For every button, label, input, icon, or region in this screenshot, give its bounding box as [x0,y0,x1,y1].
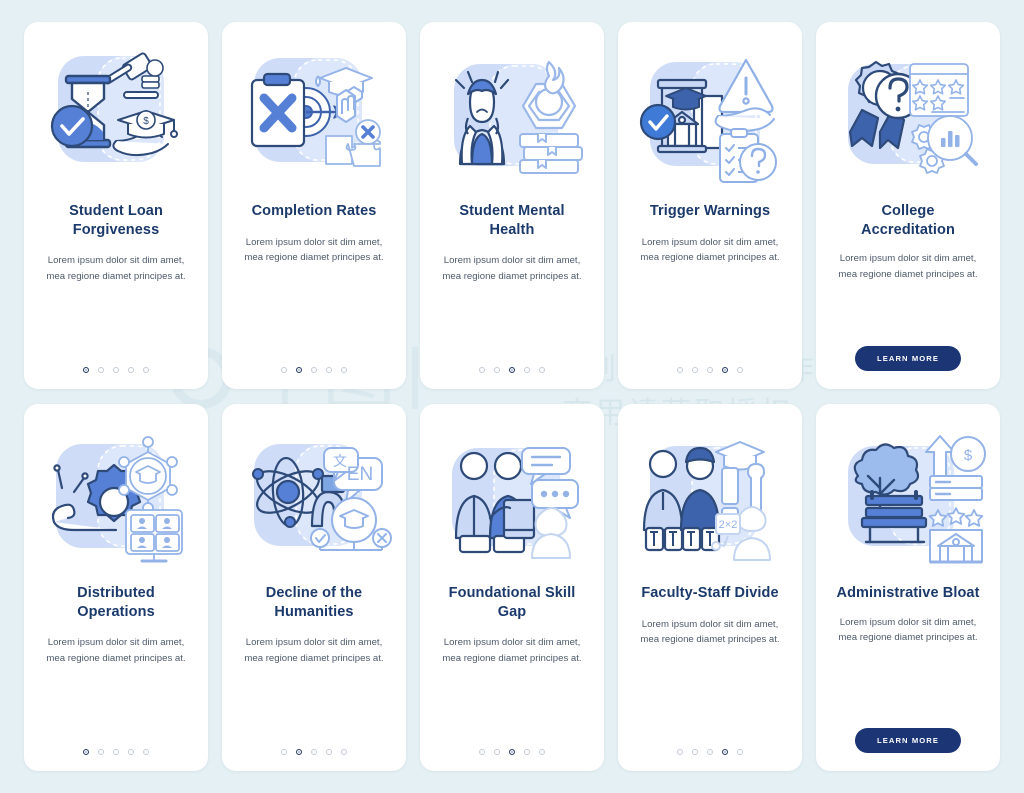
pagination-dot[interactable] [737,749,743,755]
pagination-dot[interactable] [509,749,515,755]
award-ribbon-question-rating-chart-icon [828,36,988,196]
campus-warning-checklist-question-icon [630,36,790,196]
pagination-dot[interactable] [737,367,743,373]
card-title: Foundational Skill Gap [448,585,576,620]
onboarding-card-college-accreditation[interactable]: College Accreditation Lorem ipsum dolor … [816,22,1000,389]
pagination-dot[interactable] [296,749,302,755]
onboarding-card-administrative-bloat[interactable]: $ Administrative Bloat Lorem ipsum dolor… [816,404,1000,771]
pagination-dot[interactable] [281,367,287,373]
pagination-dot[interactable] [539,367,545,373]
svg-text:2×2: 2×2 [719,519,738,531]
onboarding-card-distributed-operations[interactable]: Distributed Operations Lorem ipsum dolor… [24,404,208,771]
onboarding-card-student-loan-forgiveness[interactable]: $ Student Loan Forgiveness Lorem ipsum d… [24,22,208,389]
pagination-dots[interactable] [618,367,802,373]
svg-text:EN: EN [347,464,373,485]
card-body: Lorem ipsum dolor sit dim amet, mea regi… [46,637,186,664]
pagination-dot[interactable] [677,749,683,755]
pagination-dot[interactable] [509,367,515,373]
card-body: Lorem ipsum dolor sit dim amet, mea regi… [244,637,384,664]
snail-gear-network-video-grid-icon [36,418,196,578]
pagination-dot[interactable] [83,749,89,755]
hourglass-gavel-graduation-cap-icon: $ [36,36,196,196]
card-body: Lorem ipsum dolor sit dim amet, mea regi… [46,255,186,282]
pagination-dot[interactable] [143,367,149,373]
pagination-dot[interactable] [707,367,713,373]
pagination-dot[interactable] [494,367,500,373]
card-row-bottom: Distributed Operations Lorem ipsum dolor… [24,404,1000,771]
card-body: Lorem ipsum dolor sit dim amet, mea regi… [442,255,582,282]
pagination-dot[interactable] [311,367,317,373]
pagination-dot[interactable] [113,749,119,755]
pagination-dots[interactable] [420,749,604,755]
clipboard-cross-target-puzzle-icon [234,36,394,196]
pagination-dot[interactable] [524,367,530,373]
atom-magnet-language-graduation-icon: EN 文 [234,418,394,578]
pagination-dot[interactable] [98,367,104,373]
card-body: Lorem ipsum dolor sit dim amet, mea regi… [244,236,384,264]
stressed-student-burnout-books-icon [432,36,592,196]
card-body: Lorem ipsum dolor sit dim amet, mea regi… [838,253,978,280]
onboarding-card-faculty-staff-divide[interactable]: 2×2 Faculty-Staff Divide Lorem ipsum dol… [618,404,802,771]
pagination-dot[interactable] [128,749,134,755]
campus-bench-tree-money-growth-icon: $ [828,418,988,578]
card-row-top: $ Student Loan Forgiveness Lorem ipsum d… [24,22,1000,389]
card-body: Lorem ipsum dolor sit dim amet, mea regi… [442,637,582,664]
onboarding-screens-board: 千图 营销创意服务与协作平台 商用请获取授权 [0,0,1024,793]
onboarding-card-student-mental-health[interactable]: Student Mental Health Lorem ipsum dolor … [420,22,604,389]
pagination-dot[interactable] [707,749,713,755]
pagination-dot[interactable] [281,749,287,755]
card-title: Trigger Warnings [649,203,771,219]
pagination-dot[interactable] [296,367,302,373]
svg-text:$: $ [143,116,149,127]
pagination-dot[interactable] [494,749,500,755]
onboarding-card-foundational-skill-gap[interactable]: Foundational Skill Gap Lorem ipsum dolor… [420,404,604,771]
card-title: College Accreditation [861,203,955,238]
pagination-dot[interactable] [539,749,545,755]
learn-more-button[interactable]: LEARN MORE [854,346,962,371]
pagination-dots[interactable] [222,749,406,755]
card-title: Completion Rates [251,203,377,219]
card-title: Administrative Bloat [836,585,980,601]
pagination-dot[interactable] [98,749,104,755]
onboarding-card-decline-of-the-humanities[interactable]: EN 文 Decline of the Humanities Lorem ips… [222,404,406,771]
pagination-dot[interactable] [341,367,347,373]
card-title: Student Loan Forgiveness [69,203,163,238]
card-body: Lorem ipsum dolor sit dim amet, mea regi… [640,236,780,264]
pagination-dot[interactable] [479,749,485,755]
pagination-dot[interactable] [722,749,728,755]
pagination-dot[interactable] [524,749,530,755]
card-title: Student Mental Health [459,203,565,238]
pagination-dot[interactable] [677,367,683,373]
card-title: Decline of the Humanities [265,585,363,620]
card-body: Lorem ipsum dolor sit dim amet, mea regi… [640,618,780,646]
card-body: Lorem ipsum dolor sit dim amet, mea regi… [838,616,978,644]
pagination-dot[interactable] [692,749,698,755]
pagination-dots[interactable] [420,367,604,373]
pagination-dot[interactable] [722,367,728,373]
onboarding-card-trigger-warnings[interactable]: Trigger Warnings Lorem ipsum dolor sit d… [618,22,802,389]
pagination-dots[interactable] [618,749,802,755]
pagination-dot[interactable] [311,749,317,755]
worker-professor-wrench-math-icon: 2×2 [630,418,790,578]
svg-text:$: $ [964,447,973,464]
pagination-dot[interactable] [143,749,149,755]
pagination-dot[interactable] [326,749,332,755]
pagination-dot[interactable] [479,367,485,373]
pagination-dot[interactable] [113,367,119,373]
pagination-dots[interactable] [24,367,208,373]
svg-text:文: 文 [333,453,347,469]
pagination-dot[interactable] [341,749,347,755]
students-tablet-speech-bubbles-icon [432,418,592,578]
pagination-dot[interactable] [83,367,89,373]
pagination-dot[interactable] [692,367,698,373]
pagination-dot[interactable] [128,367,134,373]
card-title: Distributed Operations [77,585,155,620]
onboarding-card-completion-rates[interactable]: Completion Rates Lorem ipsum dolor sit d… [222,22,406,389]
learn-more-button[interactable]: LEARN MORE [854,728,962,753]
pagination-dot[interactable] [326,367,332,373]
pagination-dots[interactable] [24,749,208,755]
pagination-dots[interactable] [222,367,406,373]
card-title: Faculty-Staff Divide [641,585,779,601]
